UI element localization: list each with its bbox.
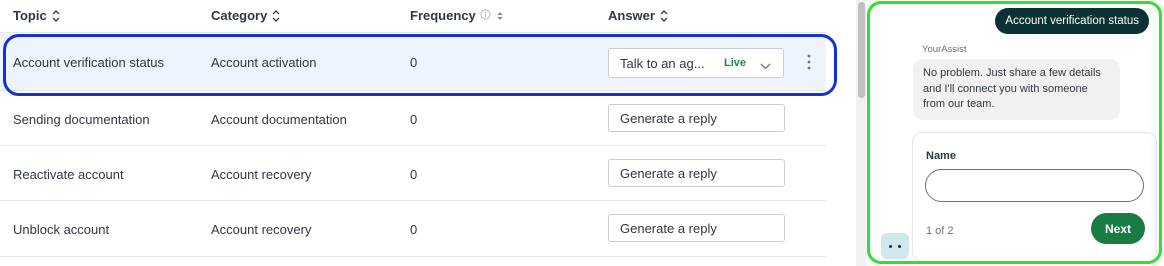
- generate-reply-button[interactable]: Generate a reply: [608, 159, 785, 187]
- avatar-eye-icon: [889, 244, 892, 248]
- row-category: Account documentation: [211, 112, 347, 127]
- chat-preview-panel: Account verification status YourAssist N…: [867, 1, 1162, 264]
- topics-table: Topic Category Frequency Answer Account …: [0, 0, 826, 266]
- row-topic: Account verification status: [13, 55, 165, 70]
- name-input[interactable]: [925, 169, 1144, 202]
- generate-reply-button[interactable]: Generate a reply: [608, 104, 785, 132]
- bot-avatar: [881, 233, 909, 259]
- row-category: Account activation: [211, 55, 317, 70]
- more-options-icon[interactable]: [804, 53, 814, 71]
- table-row[interactable]: Reactivate account Account recovery 0 Ge…: [0, 146, 826, 201]
- generate-reply-button[interactable]: Generate a reply: [608, 214, 785, 242]
- column-header-topic[interactable]: Topic: [13, 8, 61, 23]
- sort-icon: [659, 9, 669, 23]
- next-button[interactable]: Next: [1091, 213, 1145, 244]
- sort-icon: [271, 9, 281, 23]
- avatar-eye-icon: [898, 244, 901, 248]
- row-category: Account recovery: [211, 167, 312, 182]
- answer-dropdown-value: Talk to an ag...: [620, 55, 705, 71]
- answer-dropdown[interactable]: Talk to an ag... Live: [608, 48, 784, 78]
- table-header: Topic Category Frequency Answer: [0, 0, 826, 33]
- column-header-answer[interactable]: Answer: [608, 8, 669, 23]
- sort-icon: [495, 9, 505, 23]
- row-frequency: 0: [410, 55, 418, 70]
- table-row[interactable]: Unblock account Account recovery 0 Gener…: [0, 201, 826, 257]
- row-topic: Unblock account: [13, 222, 110, 237]
- row-category: Account recovery: [211, 222, 312, 237]
- row-topic: Sending documentation: [13, 112, 150, 127]
- column-header-category[interactable]: Category: [211, 8, 281, 23]
- row-topic: Reactivate account: [13, 167, 124, 182]
- live-status-badge: Live: [724, 57, 747, 69]
- row-frequency: 0: [410, 222, 418, 237]
- table-row[interactable]: Sending documentation Account documentat…: [0, 91, 826, 146]
- chevron-down-icon: [760, 58, 771, 73]
- row-frequency: 0: [410, 112, 418, 127]
- scrollbar-thumb[interactable]: [858, 2, 865, 98]
- info-icon[interactable]: [480, 8, 491, 23]
- column-header-frequency[interactable]: Frequency: [410, 8, 505, 23]
- user-message-bubble: Account verification status: [995, 8, 1149, 34]
- table-row[interactable]: Account verification status Account acti…: [0, 34, 826, 91]
- sort-icon: [51, 9, 61, 23]
- bot-message-bubble: No problem. Just share a few details and…: [913, 59, 1120, 120]
- name-field-label: Name: [926, 150, 956, 162]
- form-step-indicator: 1 of 2: [926, 225, 954, 237]
- bot-name: YourAssist: [922, 44, 967, 55]
- row-frequency: 0: [410, 167, 418, 182]
- contact-form-card: Name 1 of 2 Next: [912, 132, 1157, 261]
